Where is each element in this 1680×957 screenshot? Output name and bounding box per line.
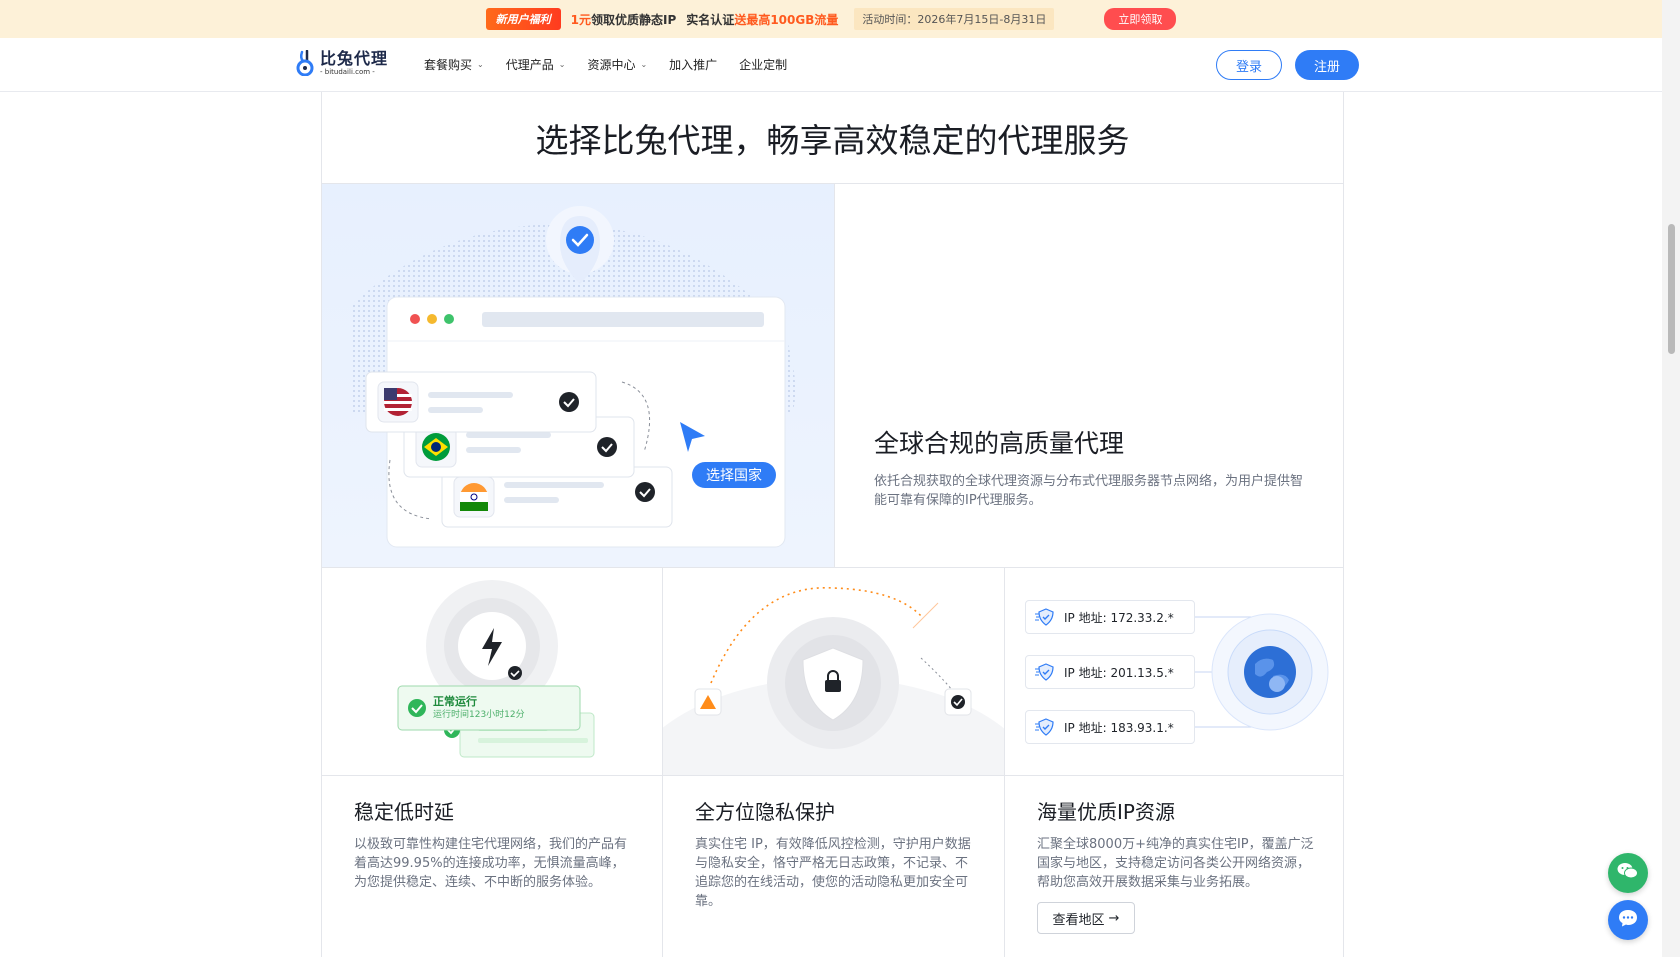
card-title: 全方位隐私保护 — [695, 800, 835, 824]
chat-bubble-icon — [1617, 908, 1639, 932]
card-title: 海量优质IP资源 — [1037, 800, 1175, 824]
logo-name: 比兔代理 — [320, 49, 389, 68]
promo-banner[interactable]: 新用户福利 1元领取优质静态IP 实名认证送最高100GB流量 活动时间：202… — [0, 0, 1662, 38]
chevron-down-icon: ⌄ — [640, 60, 648, 69]
promo-tag: 新用户福利 — [485, 8, 561, 30]
menu-label: 代理产品 — [505, 58, 554, 72]
login-button[interactable]: 登录 — [1216, 50, 1282, 80]
menu-label: 加入推广 — [669, 58, 718, 72]
feature-cards: 正常运行 运行时间123小时12分 稳定低时延 以极致可靠性构建住宅代理网络，我… — [322, 567, 1343, 957]
promo-text-3: 送最高100GB流量 — [734, 12, 839, 27]
view-regions-button[interactable]: 查看地区 → — [1037, 902, 1135, 934]
logo-domain: - bitudaili.com - — [320, 68, 375, 76]
menu-item-enterprise[interactable]: 企业定制 — [739, 56, 787, 73]
shield-speed-icon — [1034, 661, 1056, 683]
feature-card-privacy: 全方位隐私保护 真实住宅 IP，有效降低风控检测，守护用户数据与隐私安全，恪守严… — [663, 568, 1005, 957]
menu-label: 资源中心 — [587, 58, 636, 72]
ip-address: IP 地址: 183.93.1.* — [1064, 720, 1174, 735]
top-nav: 比兔代理 - bitudaili.com - 套餐购买 ⌄ 代理产品 ⌄ 资源中心 ⌄… — [0, 38, 1662, 92]
main-menu: 套餐购买 ⌄ 代理产品 ⌄ 资源中心 ⌄ 加入推广 企业定制 — [424, 38, 787, 91]
select-country-badge: 选择国家 — [692, 462, 776, 488]
page-scrollbar[interactable] — [1662, 0, 1680, 957]
stability-illustration: 正常运行 运行时间123小时12分 — [322, 568, 662, 776]
menu-item-resources[interactable]: 资源中心 ⌄ — [587, 56, 647, 73]
privacy-illustration — [663, 568, 1004, 776]
menu-label: 企业定制 — [739, 58, 788, 72]
global-proxy-illustration: 选择国家 — [322, 184, 835, 567]
world-map-illustration — [352, 206, 796, 548]
hero-text: 全球合规的高质量代理 依托合规获取的全球代理资源与分布式代理服务器节点网络，为用… — [836, 184, 1343, 567]
menu-item-affiliate[interactable]: 加入推广 — [669, 56, 717, 73]
menu-label: 套餐购买 — [424, 58, 473, 72]
promo-text-2: 实名认证 — [686, 12, 735, 27]
chevron-down-icon: ⌄ — [477, 60, 484, 69]
promo-date: 活动时间：2026年7月15日-8月31日 — [854, 8, 1055, 30]
card-title: 稳定低时延 — [354, 800, 454, 824]
features-section: 选择比兔代理，畅享高效稳定的代理服务 选择国家 全球合规的高质量代理 依托合规获… — [321, 92, 1344, 957]
logo[interactable]: 比兔代理 - bitudaili.com - — [296, 49, 389, 77]
arrow-right-icon: → — [1108, 910, 1120, 926]
register-button[interactable]: 注册 — [1295, 50, 1359, 80]
wechat-icon — [1617, 862, 1639, 884]
feature-card-ip-pool: IP 地址: 172.33.2.* IP 地址: 201.13.5.* IP 地… — [1005, 568, 1343, 957]
status-block: 正常运行 运行时间123小时12分 — [433, 695, 525, 722]
card-description: 汇聚全球8000万+纯净的真实住宅IP，覆盖广泛国家与地区，支持稳定访问各类公开… — [1037, 837, 1314, 890]
chevron-down-icon: ⌄ — [558, 60, 566, 69]
shield-speed-icon — [1034, 716, 1056, 738]
ip-row: IP 地址: 201.13.5.* — [1025, 655, 1195, 689]
ip-row: IP 地址: 183.93.1.* — [1025, 710, 1195, 744]
menu-item-packages[interactable]: 套餐购买 ⌄ — [424, 56, 484, 73]
card-description: 以极致可靠性构建住宅代理网络，我们的产品有着高达99.95%的连接成功率，无惧流… — [354, 837, 628, 890]
promo-text-1: 领取优质静态IP — [591, 12, 677, 27]
status-label: 正常运行 — [433, 695, 477, 708]
menu-item-products[interactable]: 代理产品 ⌄ — [506, 56, 566, 73]
promo-claim-button[interactable]: 立即领取 — [1104, 8, 1177, 30]
card-description: 真实住宅 IP，有效降低风控检测，守护用户数据与隐私安全，恪守严格无日志政策，不… — [695, 837, 971, 909]
ip-address: IP 地址: 201.13.5.* — [1064, 665, 1174, 680]
online-chat-button[interactable] — [1608, 900, 1648, 940]
wechat-contact-button[interactable] — [1608, 853, 1648, 893]
view-regions-label: 查看地区 — [1052, 912, 1105, 928]
promo-price: 1元 — [570, 12, 592, 27]
hero-description: 依托合规获取的全球代理资源与分布式代理服务器节点网络，为用户提供智能可靠有保障的… — [874, 474, 1304, 508]
ip-address: IP 地址: 172.33.2.* — [1064, 610, 1174, 625]
shield-speed-icon — [1034, 606, 1056, 628]
rabbit-logo-icon — [296, 49, 316, 77]
ip-row: IP 地址: 172.33.2.* — [1025, 600, 1195, 634]
hero-title: 全球合规的高质量代理 — [874, 429, 1125, 458]
select-country-label: 选择国家 — [706, 468, 762, 484]
ip-pool-illustration: IP 地址: 172.33.2.* IP 地址: 201.13.5.* IP 地… — [1005, 568, 1343, 776]
uptime-label: 运行时间123小时12分 — [433, 710, 525, 720]
section-title: 选择比兔代理，畅享高效稳定的代理服务 — [322, 92, 1343, 184]
scrollbar-thumb[interactable] — [1668, 224, 1675, 354]
feature-card-stability: 正常运行 运行时间123小时12分 稳定低时延 以极致可靠性构建住宅代理网络，我… — [322, 568, 663, 957]
